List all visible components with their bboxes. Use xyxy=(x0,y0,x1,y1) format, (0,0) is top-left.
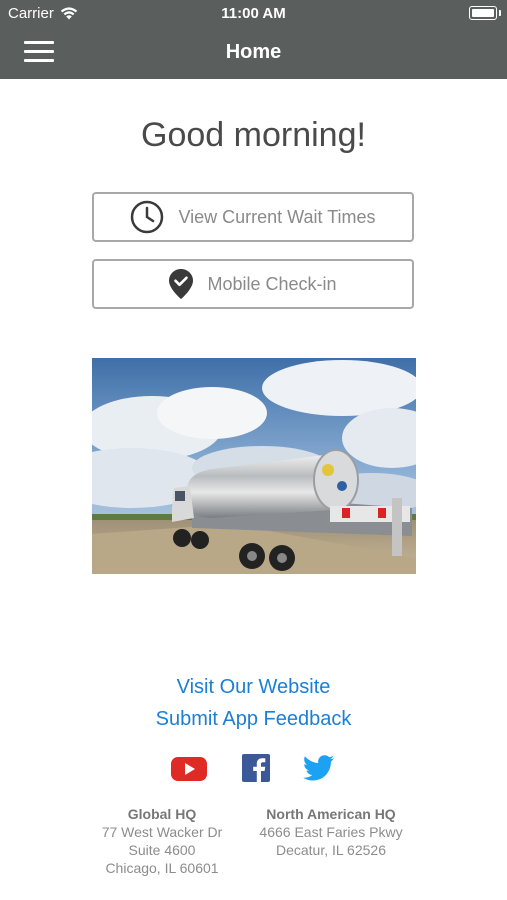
mobile-check-in-button[interactable]: Mobile Check-in xyxy=(92,259,414,309)
global-hq-title: Global HQ xyxy=(127,806,197,822)
greeting-heading: Good morning! xyxy=(141,116,366,154)
page-title: Home xyxy=(225,41,282,63)
mobile-check-in-label: Mobile Check-in xyxy=(207,273,337,294)
status-time: 11:00 AM xyxy=(221,5,286,22)
global-hq-line-1: 77 West Wacker Dr xyxy=(101,824,223,840)
north-american-hq-line-2: Decatur, IL 62526 xyxy=(275,842,386,858)
north-american-hq-title: North American HQ xyxy=(266,806,396,822)
facebook-icon[interactable] xyxy=(242,754,278,784)
view-wait-times-label: View Current Wait Times xyxy=(178,206,376,227)
global-hq-line-2: Suite 4600 xyxy=(128,842,196,858)
nav-bar: Home xyxy=(0,28,507,79)
global-hq-line-3: Chicago, IL 60601 xyxy=(105,860,219,876)
twitter-icon[interactable] xyxy=(303,754,339,784)
location-check-icon xyxy=(169,269,194,299)
visit-website-link[interactable]: Visit Our Website xyxy=(0,676,507,699)
submit-feedback-link[interactable]: Submit App Feedback xyxy=(0,708,507,731)
battery-icon xyxy=(469,6,501,20)
tanker-truck-photo xyxy=(92,358,416,574)
view-wait-times-button[interactable]: View Current Wait Times xyxy=(92,192,414,242)
north-american-hq-address: North American HQ 4666 East Faries Pkwy … xyxy=(248,805,414,859)
global-hq-address: Global HQ 77 West Wacker Dr Suite 4600 C… xyxy=(88,805,236,877)
clock-icon xyxy=(131,200,164,234)
north-american-hq-line-1: 4666 East Faries Pkwy xyxy=(259,824,403,840)
youtube-icon[interactable] xyxy=(171,754,207,784)
status-bar: Carrier 11:00 AM xyxy=(0,0,507,28)
